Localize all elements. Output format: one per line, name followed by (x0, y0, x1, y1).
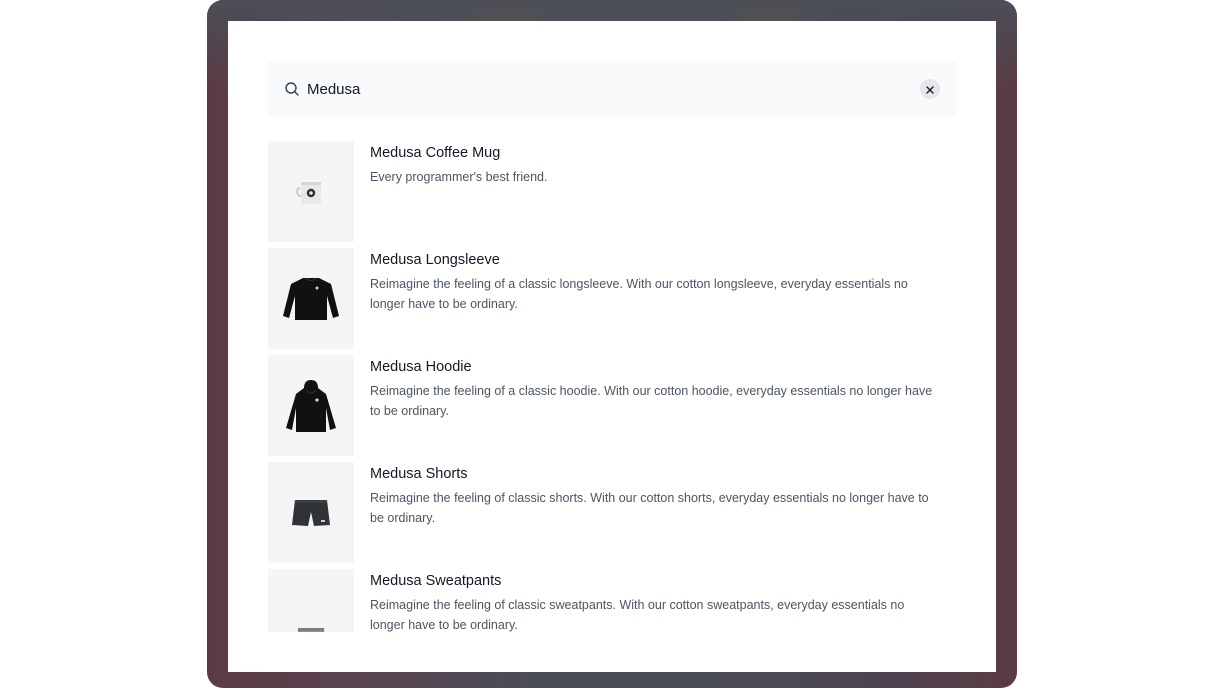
longsleeve-image (281, 276, 341, 322)
result-info: Medusa Longsleeve Reimagine the feeling … (354, 248, 940, 349)
search-result-item[interactable]: Medusa Coffee Mug Every programmer's bes… (268, 141, 956, 242)
result-description: Every programmer's best friend. (370, 170, 548, 184)
clear-search-button[interactable] (920, 79, 940, 99)
product-thumbnail (268, 141, 354, 242)
search-result-item[interactable]: Medusa Longsleeve Reimagine the feeling … (268, 248, 956, 349)
search-results-list: Medusa Coffee Mug Every programmer's bes… (268, 141, 956, 632)
result-description: Reimagine the feeling of a classic longs… (370, 277, 908, 311)
result-title: Medusa Shorts (370, 466, 468, 482)
result-info: Medusa Sweatpants Reimagine the feeling … (354, 569, 940, 632)
shorts-image (291, 498, 331, 528)
result-title: Medusa Longsleeve (370, 252, 500, 268)
result-description: Reimagine the feeling of classic shorts.… (370, 491, 929, 525)
result-info: Medusa Hoodie Reimagine the feeling of a… (354, 355, 940, 456)
coffee-mug-image (296, 179, 326, 205)
search-result-item[interactable]: Medusa Shorts Reimagine the feeling of c… (268, 462, 956, 563)
result-info: Medusa Coffee Mug Every programmer's bes… (354, 141, 940, 242)
result-description: Reimagine the feeling of classic sweatpa… (370, 598, 905, 632)
result-info: Medusa Shorts Reimagine the feeling of c… (354, 462, 940, 563)
search-icon (284, 81, 300, 97)
result-description: Reimagine the feeling of a classic hoodi… (370, 384, 933, 418)
product-thumbnail (268, 462, 354, 563)
result-title: Medusa Hoodie (370, 359, 472, 375)
product-thumbnail (268, 569, 354, 632)
search-input[interactable] (307, 77, 907, 101)
search-result-item[interactable]: Medusa Sweatpants Reimagine the feeling … (268, 569, 956, 632)
hoodie-image (284, 378, 338, 434)
search-result-item[interactable]: Medusa Hoodie Reimagine the feeling of a… (268, 355, 956, 456)
result-title: Medusa Coffee Mug (370, 145, 501, 161)
product-thumbnail (268, 355, 354, 456)
search-bar (268, 61, 956, 117)
sweatpants-image (294, 626, 328, 632)
search-modal: Medusa Coffee Mug Every programmer's bes… (228, 21, 996, 672)
close-icon (926, 82, 934, 97)
result-title: Medusa Sweatpants (370, 573, 502, 589)
product-thumbnail (268, 248, 354, 349)
